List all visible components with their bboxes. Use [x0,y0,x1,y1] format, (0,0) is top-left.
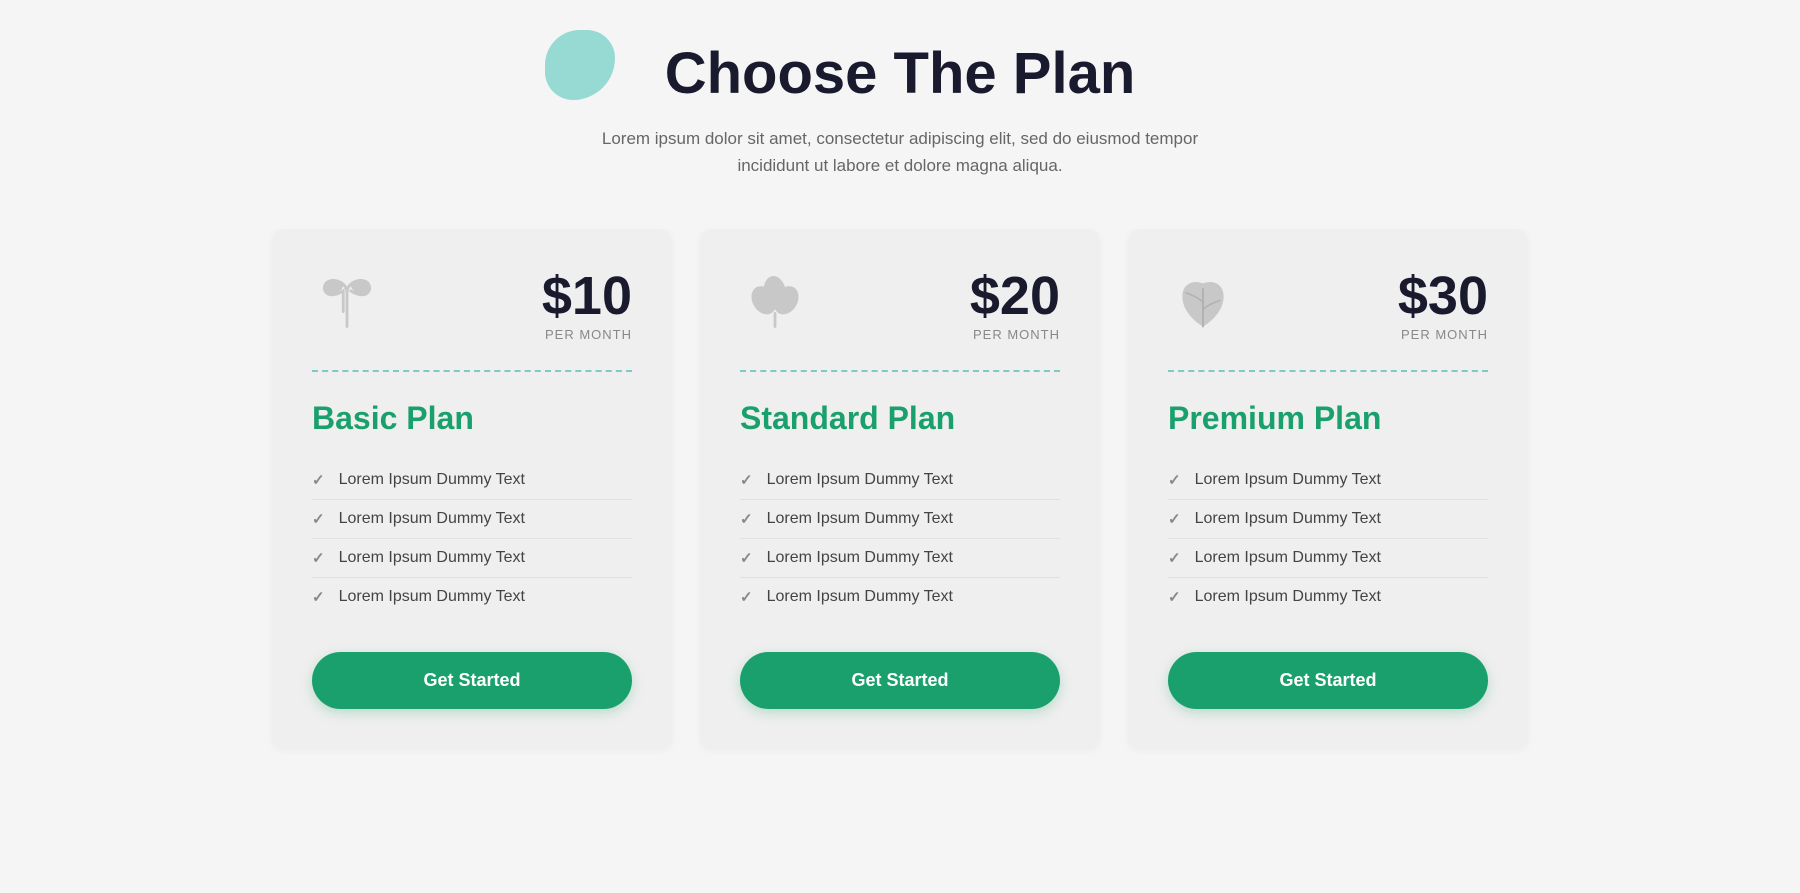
feature-text: Lorem Ipsum Dummy Text [767,588,953,606]
check-icon: ✓ [1168,549,1181,567]
plan-card-basic: $10 PER MONTH Basic Plan ✓ Lorem Ipsum D… [272,229,672,749]
feature-text: Lorem Ipsum Dummy Text [1195,549,1381,567]
feature-item: ✓ Lorem Ipsum Dummy Text [312,500,632,539]
feature-text: Lorem Ipsum Dummy Text [767,549,953,567]
feature-text: Lorem Ipsum Dummy Text [1195,510,1381,528]
check-icon: ✓ [1168,510,1181,528]
title-wrapper: Choose The Plan [575,40,1225,107]
plan-price: $30 [1398,269,1488,323]
plan-price: $10 [542,269,632,323]
plan-name: Basic Plan [312,400,632,437]
feature-text: Lorem Ipsum Dummy Text [767,510,953,528]
get-started-button-standard[interactable]: Get Started [740,652,1060,709]
feature-item: ✓ Lorem Ipsum Dummy Text [312,539,632,578]
plan-divider [1168,370,1488,372]
plan-features-list: ✓ Lorem Ipsum Dummy Text ✓ Lorem Ipsum D… [740,461,1060,616]
plan-header: $20 PER MONTH [740,269,1060,342]
check-icon: ✓ [312,510,325,528]
feature-item: ✓ Lorem Ipsum Dummy Text [312,578,632,616]
check-icon: ✓ [1168,471,1181,489]
check-icon: ✓ [740,471,753,489]
feature-item: ✓ Lorem Ipsum Dummy Text [1168,461,1488,500]
feature-text: Lorem Ipsum Dummy Text [339,510,525,528]
plan-period: PER MONTH [970,327,1060,342]
feature-text: Lorem Ipsum Dummy Text [339,588,525,606]
feature-text: Lorem Ipsum Dummy Text [1195,471,1381,489]
check-icon: ✓ [740,510,753,528]
plan-period: PER MONTH [1398,327,1488,342]
page-subtitle: Lorem ipsum dolor sit amet, consectetur … [575,125,1225,179]
plan-card-premium: $30 PER MONTH Premium Plan ✓ Lorem Ipsum… [1128,229,1528,749]
leaf-cluster-icon [740,269,810,339]
plan-name: Premium Plan [1168,400,1488,437]
plan-price-block: $30 PER MONTH [1398,269,1488,342]
plan-divider [740,370,1060,372]
check-icon: ✓ [740,588,753,606]
feature-item: ✓ Lorem Ipsum Dummy Text [740,461,1060,500]
feature-item: ✓ Lorem Ipsum Dummy Text [1168,500,1488,539]
sprout-icon [312,269,382,339]
check-icon: ✓ [740,549,753,567]
leaf-icon [1168,269,1238,339]
title-blob-decoration [545,30,615,100]
feature-item: ✓ Lorem Ipsum Dummy Text [1168,539,1488,578]
plan-header: $30 PER MONTH [1168,269,1488,342]
check-icon: ✓ [312,549,325,567]
plan-divider [312,370,632,372]
plan-features-list: ✓ Lorem Ipsum Dummy Text ✓ Lorem Ipsum D… [1168,461,1488,616]
plan-price: $20 [970,269,1060,323]
plan-period: PER MONTH [542,327,632,342]
feature-item: ✓ Lorem Ipsum Dummy Text [740,539,1060,578]
check-icon: ✓ [312,471,325,489]
plan-name: Standard Plan [740,400,1060,437]
header-section: Choose The Plan Lorem ipsum dolor sit am… [575,40,1225,179]
get-started-button-basic[interactable]: Get Started [312,652,632,709]
page-title: Choose The Plan [665,40,1136,107]
feature-text: Lorem Ipsum Dummy Text [339,471,525,489]
get-started-button-premium[interactable]: Get Started [1168,652,1488,709]
feature-item: ✓ Lorem Ipsum Dummy Text [740,578,1060,616]
plan-features-list: ✓ Lorem Ipsum Dummy Text ✓ Lorem Ipsum D… [312,461,632,616]
plan-price-block: $20 PER MONTH [970,269,1060,342]
plan-header: $10 PER MONTH [312,269,632,342]
check-icon: ✓ [1168,588,1181,606]
feature-text: Lorem Ipsum Dummy Text [339,549,525,567]
feature-item: ✓ Lorem Ipsum Dummy Text [312,461,632,500]
feature-item: ✓ Lorem Ipsum Dummy Text [1168,578,1488,616]
plans-container: $10 PER MONTH Basic Plan ✓ Lorem Ipsum D… [250,229,1550,749]
feature-text: Lorem Ipsum Dummy Text [1195,588,1381,606]
plan-price-block: $10 PER MONTH [542,269,632,342]
plan-card-standard: $20 PER MONTH Standard Plan ✓ Lorem Ipsu… [700,229,1100,749]
feature-text: Lorem Ipsum Dummy Text [767,471,953,489]
check-icon: ✓ [312,588,325,606]
feature-item: ✓ Lorem Ipsum Dummy Text [740,500,1060,539]
